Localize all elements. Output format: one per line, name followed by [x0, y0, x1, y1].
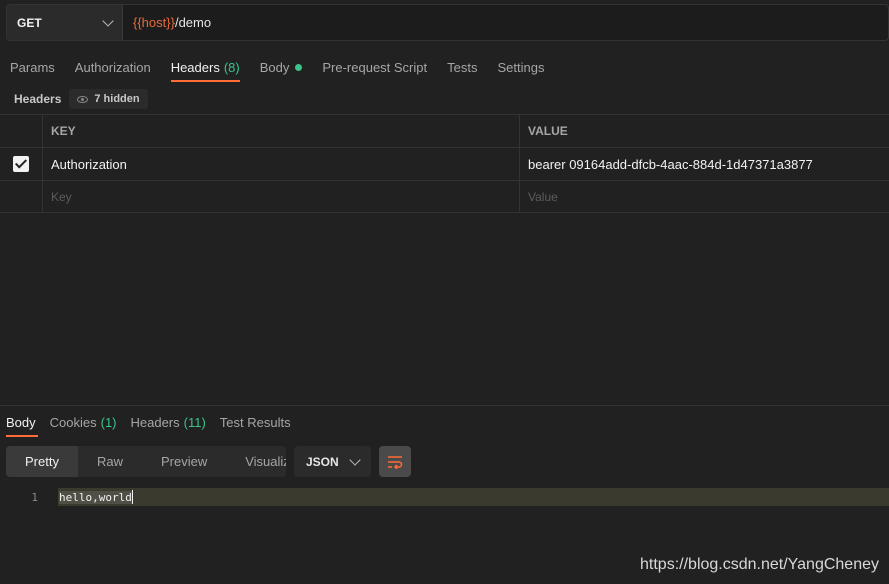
tab-label: Test Results — [219, 414, 291, 430]
headers-title: Headers — [14, 92, 62, 106]
key-cell[interactable]: Authorization — [43, 148, 520, 180]
tab-label: Params — [10, 59, 55, 75]
value-column-header: VALUE — [528, 124, 568, 138]
table-header-row: KEY VALUE — [0, 114, 889, 147]
key-placeholder: Key — [51, 189, 72, 204]
tab-test-results[interactable]: Test Results — [214, 407, 299, 437]
value-cell[interactable]: bearer 09164add-dfcb-4aac-884d-1d47371a3… — [520, 148, 889, 180]
response-toolbar: Pretty Raw Preview Visualize JSON — [6, 446, 411, 477]
tab-count: (1) — [100, 414, 117, 430]
tab-label: Tests — [447, 59, 478, 75]
url-input[interactable]: {{host}} /demo — [123, 5, 888, 40]
key-input[interactable]: Key — [43, 181, 520, 212]
tab-label: Authorization — [74, 59, 151, 75]
watermark: https://blog.csdn.net/YangCheney — [640, 556, 879, 573]
row-check-cell — [0, 148, 43, 180]
hidden-headers-toggle[interactable]: 7 hidden — [69, 89, 148, 109]
row-checkbox[interactable] — [13, 156, 29, 172]
tab-pre-request-script[interactable]: Pre-request Script — [312, 52, 437, 82]
key-column-header: KEY — [43, 115, 520, 147]
tab-label: Body — [6, 414, 36, 430]
line-number: 1 — [31, 490, 38, 504]
view-mode-group: Pretty Raw Preview Visualize — [6, 446, 286, 477]
eye-icon — [77, 95, 89, 103]
code-editor-line[interactable]: hello,world — [58, 488, 889, 506]
url-variable: {{host}} — [133, 15, 175, 30]
value-input[interactable]: Value — [520, 181, 889, 212]
tab-label: Pre-request Script — [322, 59, 428, 75]
headers-sub-bar: Headers 7 hidden — [0, 88, 148, 110]
wrap-lines-button[interactable] — [379, 446, 411, 477]
tab-params[interactable]: Params — [0, 52, 65, 82]
tab-response-body[interactable]: Body — [0, 407, 44, 437]
url-path: /demo — [174, 15, 212, 30]
tab-tests[interactable]: Tests — [437, 52, 487, 82]
hidden-count-label: 7 hidden — [94, 93, 140, 105]
tab-response-cookies[interactable]: Cookies (1) — [44, 407, 125, 437]
key-text: Authorization — [51, 156, 127, 172]
code-text: hello,world — [59, 490, 132, 504]
view-visualize-button[interactable]: Visualize — [226, 446, 286, 477]
tab-label: Body — [259, 59, 290, 75]
response-divider — [0, 405, 889, 406]
tab-settings[interactable]: Settings — [487, 52, 554, 82]
view-pretty-button[interactable]: Pretty — [6, 446, 78, 477]
chevron-down-icon — [349, 453, 361, 466]
method-select[interactable]: GET — [7, 5, 123, 40]
text-cursor — [131, 490, 133, 504]
table-row-new: Key Value — [0, 180, 889, 213]
view-raw-button[interactable]: Raw — [78, 446, 142, 477]
value-text: bearer 09164add-dfcb-4aac-884d-1d47371a3… — [528, 156, 813, 172]
tab-label: Headers — [130, 414, 180, 430]
tab-response-headers[interactable]: Headers (11) — [125, 407, 214, 437]
headers-table: KEY VALUE Authorization bearer 09164add-… — [0, 114, 889, 213]
view-preview-button[interactable]: Preview — [142, 446, 226, 477]
tab-headers[interactable]: Headers (8) — [161, 52, 250, 82]
tab-count: (8) — [223, 59, 240, 75]
wrap-lines-icon — [388, 455, 403, 469]
request-bar: GET {{host}} /demo — [6, 4, 889, 41]
chevron-down-icon — [102, 14, 114, 27]
format-label: JSON — [306, 454, 339, 469]
tab-body[interactable]: Body — [250, 52, 313, 82]
tab-authorization[interactable]: Authorization — [65, 52, 161, 82]
check-column-header — [0, 115, 43, 147]
code-line: 1 hello,world — [0, 488, 889, 506]
row-check-cell — [0, 181, 43, 212]
request-tabs: Params Authorization Headers (8) Body Pr… — [0, 52, 554, 82]
tab-count: (11) — [183, 414, 206, 430]
tab-label: Settings — [497, 59, 545, 75]
format-select[interactable]: JSON — [294, 446, 371, 477]
tab-label: Headers — [170, 59, 220, 75]
tab-label: Cookies — [49, 414, 97, 430]
table-row: Authorization bearer 09164add-dfcb-4aac-… — [0, 147, 889, 180]
response-tabs: Body Cookies (1) Headers (11) Test Resul… — [0, 407, 299, 437]
value-placeholder: Value — [528, 189, 558, 204]
method-label: GET — [17, 15, 42, 30]
status-dot-icon — [295, 63, 303, 71]
